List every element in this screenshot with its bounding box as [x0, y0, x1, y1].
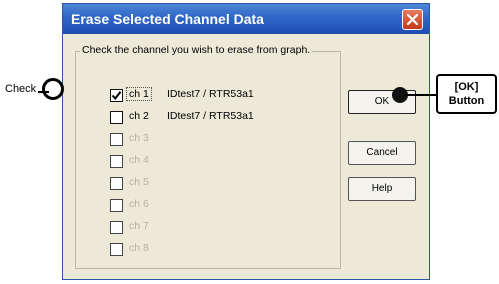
- title-bar[interactable]: Erase Selected Channel Data: [63, 4, 429, 34]
- channel-8-checkbox: [110, 243, 123, 256]
- ok-callout-line2: Button: [448, 95, 485, 107]
- channel-5-label: ch 5: [129, 176, 149, 188]
- channel-6-checkbox: [110, 199, 123, 212]
- channel-5-checkbox: [110, 177, 123, 190]
- channel-3-checkbox: [110, 133, 123, 146]
- ok-callout-line1: [OK]: [454, 81, 479, 93]
- erase-channel-dialog: Erase Selected Channel Data Check the ch…: [62, 3, 430, 280]
- channel-1-label[interactable]: ch 1: [126, 87, 152, 101]
- channel-1-desc: IDtest7 / RTR53a1: [167, 88, 254, 100]
- channel-7-label: ch 7: [129, 220, 149, 232]
- close-x-icon: [406, 13, 419, 26]
- channel-2-desc: IDtest7 / RTR53a1: [167, 110, 254, 122]
- channel-8-label: ch 8: [129, 242, 149, 254]
- channel-2-checkbox[interactable]: [110, 111, 123, 124]
- help-button[interactable]: Help: [348, 177, 416, 201]
- channel-1-checkbox[interactable]: [110, 89, 123, 102]
- channel-7-checkbox: [110, 221, 123, 234]
- cancel-button[interactable]: Cancel: [348, 141, 416, 165]
- checkmark-icon: [111, 91, 122, 101]
- channel-3-label: ch 3: [129, 132, 149, 144]
- check-annotation-label: Check: [5, 83, 37, 95]
- channel-2-label[interactable]: ch 2: [129, 110, 149, 122]
- channel-6-label: ch 6: [129, 198, 149, 210]
- instruction-text: Check the channel you wish to erase from…: [80, 44, 313, 56]
- ok-callout-line: [405, 94, 436, 96]
- ok-callout-box: [OK] Button: [436, 74, 497, 114]
- channel-4-label: ch 4: [129, 154, 149, 166]
- dialog-title: Erase Selected Channel Data: [71, 11, 264, 27]
- channel-4-checkbox: [110, 155, 123, 168]
- checkbox-highlight-circle: [42, 78, 64, 100]
- close-button[interactable]: [402, 9, 423, 30]
